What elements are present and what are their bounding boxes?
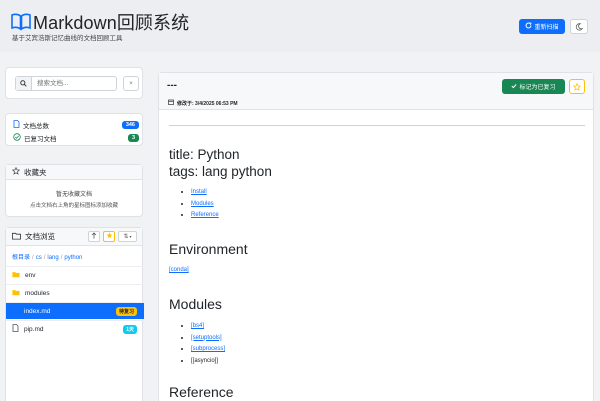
section-heading: Environment — [169, 241, 248, 257]
refresh-icon — [525, 22, 533, 31]
link-conda[interactable]: [conda] — [169, 267, 189, 273]
book-icon — [11, 13, 31, 31]
stat-reviewed-badge: 3 — [127, 134, 139, 142]
breadcrumb: 根目录 / cs / lang / python — [12, 255, 83, 261]
document-viewer: --- 修改于: 3/4/2025 06:53 PM 标记为已复习 title:… — [158, 72, 594, 401]
favorites-card: 收藏夹 暂无收藏文档 点击文档右上角的星标图标添加收藏 — [5, 164, 143, 217]
document-modified: 修改于: 3/4/2025 06:53 PM — [168, 99, 238, 107]
stat-total-badge: 346 — [121, 121, 139, 129]
section-heading: Reference — [169, 384, 234, 400]
file-item-modules[interactable]: modules — [6, 284, 144, 301]
folder-icon — [12, 232, 21, 242]
favorites-header: 收藏夹 — [6, 165, 142, 180]
favorites-filter-button[interactable] — [103, 231, 115, 242]
app-subtitle: 基于艾宾浩斯记忆曲线的文档回顾工具 — [12, 35, 123, 42]
file-item-label: env — [25, 271, 36, 279]
mark-reviewed-button[interactable]: 标记为已复习 — [502, 79, 565, 94]
modules-list: [bs4] [setuptools] [subprocess] [[asynci… — [181, 322, 225, 368]
stat-reviewed-label: 已复习文档 — [24, 136, 57, 143]
stat-total: 文档总数 346 — [13, 120, 139, 130]
sort-dropdown-button[interactable]: ⇅ ▾ — [118, 231, 137, 242]
theme-toggle-button[interactable] — [570, 19, 588, 34]
stat-total-label: 文档总数 — [23, 123, 49, 130]
file-item-label: pip.md — [24, 325, 44, 333]
list-item: Reference — [181, 211, 219, 223]
check-circle-icon — [13, 133, 21, 143]
list-item: [[asyncio]] — [181, 357, 225, 369]
document-title: --- — [167, 80, 177, 91]
list-item: Install — [181, 188, 219, 200]
breadcrumb-python: python — [64, 255, 83, 261]
refresh-label: 重新扫描 — [534, 25, 559, 31]
frontmatter-tags: tags: lang python — [169, 164, 272, 179]
search-icon — [16, 77, 32, 90]
file-item-env[interactable]: env — [6, 266, 144, 283]
star-fill-icon — [106, 232, 113, 241]
toc-link-modules[interactable]: Modules — [191, 201, 214, 207]
document-browser-header: 文档浏览 ⇅ ▾ — [6, 228, 142, 246]
calendar-icon — [168, 99, 174, 107]
frontmatter-title: title: Python — [169, 147, 240, 162]
clear-search-button[interactable]: × — [123, 76, 139, 91]
document-modified-text: 修改于: 3/4/2025 06:53 PM — [177, 100, 238, 107]
markdown-file-icon — [12, 306, 19, 316]
section-heading: Modules — [169, 296, 222, 312]
list-item: [subprocess] — [181, 345, 225, 357]
breadcrumb-root[interactable]: 根目录 — [12, 255, 30, 261]
check-icon — [511, 83, 518, 91]
document-browser-card: 文档浏览 ⇅ ▾ 根目录 / cs / lang / python env modules — [5, 227, 144, 401]
search-box — [15, 76, 117, 91]
link-subprocess[interactable]: [subprocess] — [191, 346, 225, 352]
list-item: [setuptools] — [181, 334, 225, 346]
file-item-label: index.md — [24, 307, 51, 315]
list-item: [bs4] — [181, 322, 225, 334]
stats-card: 文档总数 346 已复习文档 3 — [5, 113, 143, 146]
go-up-button[interactable] — [88, 231, 100, 242]
horizontal-rule — [169, 125, 585, 126]
document-header: --- 修改于: 3/4/2025 06:53 PM 标记为已复习 — [159, 73, 593, 110]
search-input[interactable] — [32, 77, 112, 90]
link-setuptools[interactable]: [setuptools] — [191, 335, 222, 341]
markdown-file-icon — [12, 324, 19, 334]
review-due-badge: 待复习 — [115, 306, 137, 316]
star-icon — [572, 78, 582, 96]
file-icon — [13, 120, 20, 130]
env-item-conda: [conda] — [169, 267, 189, 273]
folder-icon — [12, 271, 20, 280]
file-item-label: modules — [25, 289, 50, 297]
moon-icon — [575, 18, 584, 36]
toc-link-install[interactable]: Install — [191, 189, 207, 195]
app-header: Markdown回顾系统 基于艾宾浩斯记忆曲线的文档回顾工具 重新扫描 — [0, 0, 600, 52]
arrow-up-icon — [91, 232, 97, 241]
refresh-button[interactable]: 重新扫描 — [519, 19, 565, 34]
toc-list: Install Modules Reference — [181, 188, 219, 223]
breadcrumb-lang[interactable]: lang — [47, 255, 58, 261]
favorites-hint-text: 点击文档右上角的星标图标添加收藏 — [29, 203, 118, 209]
stat-reviewed: 已复习文档 3 — [13, 133, 139, 143]
star-icon — [11, 166, 21, 177]
sort-icon: ⇅ — [123, 234, 129, 240]
favorites-empty-text: 暂无收藏文档 — [55, 192, 92, 198]
link-bs4[interactable]: [bs4] — [191, 323, 204, 329]
list-item: Modules — [181, 200, 219, 212]
favorite-toggle-button[interactable] — [569, 79, 585, 94]
document-browser-title: 文档浏览 — [25, 232, 55, 241]
favorites-title: 收藏夹 — [24, 167, 47, 177]
search-card: × — [5, 67, 143, 99]
file-item-index-md[interactable]: index.md 待复习 — [6, 302, 144, 319]
wikilink-asyncio: [[asyncio]] — [191, 357, 219, 364]
caret-down-icon: ▾ — [129, 234, 132, 239]
breadcrumb-cs[interactable]: cs — [36, 255, 42, 261]
folder-icon — [12, 289, 20, 298]
review-days-badge: 1天 — [123, 324, 137, 334]
file-item-pip-md[interactable]: pip.md 1天 — [6, 320, 144, 337]
mark-reviewed-label: 标记为已复习 — [519, 85, 556, 91]
toc-link-reference[interactable]: Reference — [191, 212, 219, 218]
